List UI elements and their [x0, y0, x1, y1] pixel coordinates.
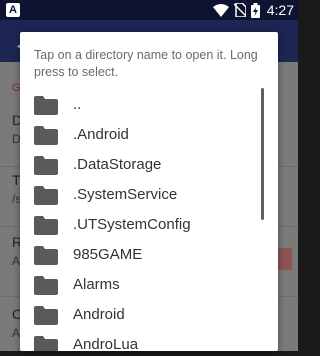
folder-icon — [34, 156, 58, 175]
scrollbar[interactable] — [261, 88, 264, 220]
directory-item[interactable]: Android — [20, 300, 278, 330]
directory-name: .SystemService — [73, 186, 178, 203]
folder-icon — [34, 126, 58, 145]
directory-item[interactable]: .DataStorage — [20, 150, 278, 180]
directory-name: .DataStorage — [73, 156, 162, 173]
folder-icon — [34, 96, 58, 115]
folder-icon — [34, 246, 58, 265]
directory-name: Alarms — [73, 276, 120, 293]
dialog-message: Tap on a directory name to open it. Long… — [34, 48, 258, 79]
directory-name: 985GAME — [73, 246, 143, 263]
directory-item[interactable]: .Android — [20, 120, 278, 150]
folder-icon — [34, 186, 58, 205]
folder-icon — [34, 276, 58, 295]
folder-icon — [34, 306, 58, 325]
directory-chooser-dialog: Tap on a directory name to open it. Long… — [20, 32, 278, 351]
directory-item[interactable]: .SystemService — [20, 180, 278, 210]
clock: 4:27 — [266, 2, 294, 18]
status-bar: A 4:27 — [0, 0, 298, 20]
directory-item-parent[interactable]: .. — [20, 90, 278, 120]
row-action-button[interactable] — [278, 248, 292, 270]
folder-icon — [34, 216, 58, 235]
directory-name: Android — [73, 306, 125, 323]
directory-name: .UTSystemConfig — [73, 216, 191, 233]
directory-item[interactable]: Alarms — [20, 270, 278, 300]
app-notification-icon: A — [6, 3, 20, 17]
directory-item[interactable]: 985GAME — [20, 240, 278, 270]
directory-name: .. — [73, 96, 82, 113]
folder-icon — [34, 336, 58, 351]
battery-charging-icon — [250, 2, 260, 18]
directory-name: .Android — [73, 126, 129, 143]
directory-name: AndroLua — [73, 336, 139, 351]
no-sim-icon — [233, 3, 246, 17]
wifi-icon — [212, 3, 229, 17]
directory-item[interactable]: .UTSystemConfig — [20, 210, 278, 240]
directory-item[interactable]: AndroLua — [20, 330, 278, 351]
